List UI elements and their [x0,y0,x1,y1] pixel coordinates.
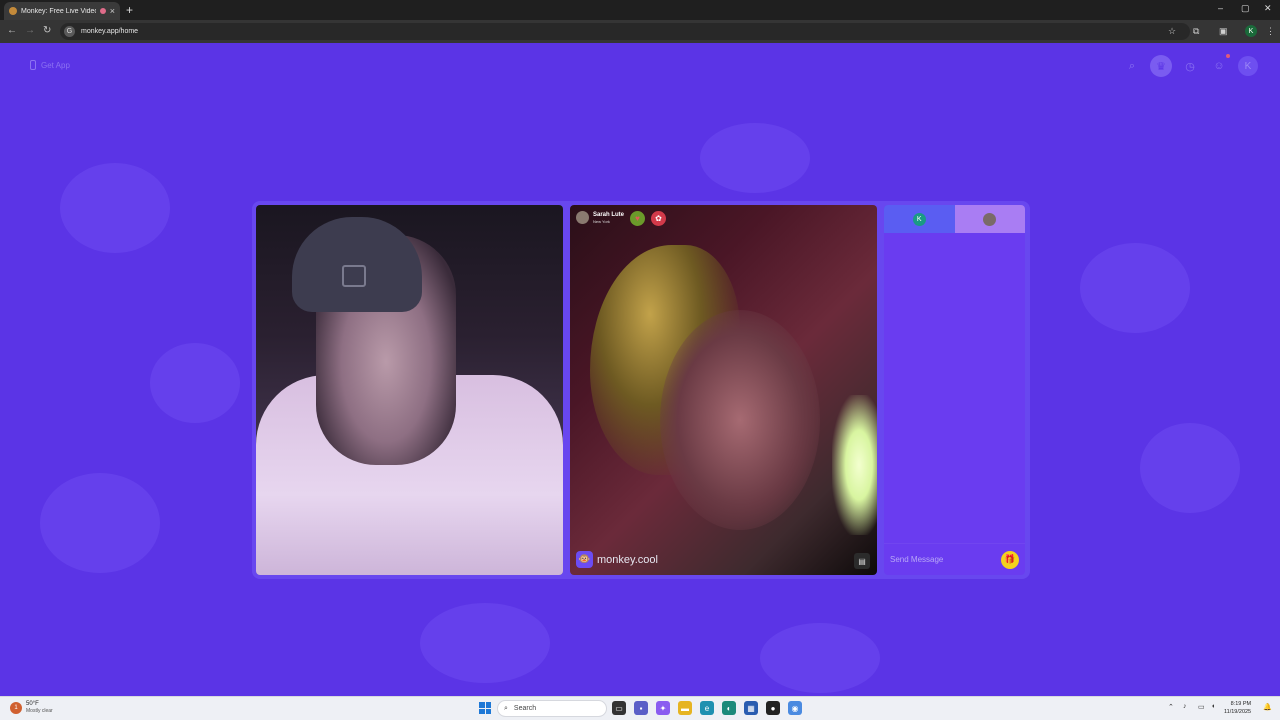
weather-temp: 50°F [26,701,39,707]
recording-indicator-icon [99,8,106,14]
browser-menu-icon[interactable]: ⋮ [1266,26,1275,37]
maximize-button[interactable]: ▢ [1241,3,1250,14]
windows-start-icon[interactable] [479,702,491,714]
address-bar[interactable]: G monkey.app/home [60,23,1190,40]
get-app-label: Get App [41,60,70,70]
remote-user-text: Sarah Lute New York [593,212,624,224]
site-info-icon[interactable]: G [64,26,75,37]
taskbar-search-label: Search [513,705,537,712]
watermark-text: monkey.cool [597,553,658,566]
edge-icon[interactable]: e [700,701,714,715]
monkey-watermark: 🐵 monkey.cool [576,551,658,568]
messages-icon[interactable]: ☺ [1209,56,1229,76]
partner-avatar [983,212,997,226]
remote-user-info[interactable]: Sarah Lute New York [576,211,624,224]
background-blob [60,163,170,253]
gift-icon[interactable]: 🎁 [1001,550,1019,569]
chrome-icon[interactable]: ◉ [788,701,802,715]
background-blob [760,623,880,693]
user-avatar[interactable]: K [1238,56,1258,76]
video-chat-stage: Sarah Lute New York ♥ ✿ 🐵 monkey.cool ▤ … [252,201,1030,579]
back-icon[interactable]: ← [7,25,17,36]
tab-close-button[interactable]: × [110,6,115,16]
taskbar-search[interactable]: ⌕ Search [497,700,607,717]
browser-tab[interactable]: Monkey: Free Live Video Ch × [4,2,120,20]
report-icon[interactable]: ▤ [854,553,870,569]
phone-icon [30,60,36,70]
monkey-logo-icon: 🐵 [576,551,593,568]
chat-tab-self[interactable]: K [884,205,955,233]
gift-badge-icon[interactable]: ✿ [651,211,666,226]
background-blob [1080,243,1190,333]
browser-toolbar: ← → ↻ G monkey.app/home ☆ ⧉ ▣ K ⋮ [0,20,1280,43]
browser-tab-bar: Monkey: Free Live Video Ch × + – ▢ ✕ [0,0,1280,20]
chat-tab-partner[interactable] [954,205,1025,233]
clock-time: 8:19 PM [1230,701,1252,707]
store-icon[interactable]: ▦ [744,701,758,715]
copilot-icon[interactable]: ✦ [656,701,670,715]
extensions-icon[interactable]: ⧉ [1193,26,1199,37]
bookmark-star-icon[interactable]: ☆ [1168,26,1176,37]
notifications-icon[interactable]: 🔔 [1263,703,1272,711]
minimize-button[interactable]: – [1218,3,1223,13]
self-avatar: K [912,212,926,226]
local-video-feed [256,205,563,575]
search-icon: ⌕ [504,704,508,712]
system-clock[interactable]: 8:19 PM 11/19/2025 [1224,700,1251,716]
chat-input-bar: 🎁 [884,543,1025,575]
hat-logo [342,265,366,287]
weather-desc: Mostly clear [26,708,53,714]
crown-icon[interactable]: ♛ [1150,55,1172,77]
monkey-favicon-icon [9,7,17,15]
browser-profile-avatar[interactable]: K [1245,25,1257,37]
teams-icon[interactable]: ▪ [634,701,648,715]
new-tab-button[interactable]: + [126,3,133,17]
remote-user-avatar [576,211,589,224]
person-face [660,310,820,530]
background-blob [150,343,240,423]
reload-icon[interactable]: ↻ [43,25,51,36]
notification-dot [1226,54,1230,58]
weather-widget[interactable]: 1 50°F Mostly clear [10,701,53,714]
remote-video-feed: Sarah Lute New York ♥ ✿ 🐵 monkey.cool ▤ [570,205,877,575]
background-blob [420,603,550,683]
weather-text: 50°F Mostly clear [26,701,53,714]
history-icon[interactable]: ◷ [1180,56,1200,76]
network-icon[interactable]: ▭ [1198,703,1205,711]
remote-user-name: Sarah Lute [593,211,625,218]
monkey-page: Get App ⌕ ♛ ◷ ☺ K Sarah Lute New York ♥ … [0,43,1280,696]
windows-taskbar: 1 50°F Mostly clear ⌕ Search ▭ ▪ ✦ ▬ e ◐… [0,696,1280,720]
file-explorer-icon[interactable]: ▬ [678,701,692,715]
background-blob [1140,423,1240,513]
send-message-input[interactable] [890,555,990,564]
chat-participants: K [884,205,1025,233]
task-view-icon[interactable]: ▭ [612,701,626,715]
weather-icon: 1 [10,701,22,714]
heart-icon[interactable]: ♥ [630,211,645,226]
forward-icon[interactable]: → [25,25,35,36]
side-panel-icon[interactable]: ▣ [1219,26,1228,37]
remote-user-location: New York [593,218,610,224]
search-icon[interactable]: ⌕ [1122,56,1142,76]
tab-title: Monkey: Free Live Video Ch [21,7,96,15]
chat-panel: K 🎁 [884,205,1025,575]
background-light [832,395,877,535]
clock-date: 11/19/2025 [1224,709,1252,715]
app-icon[interactable]: ◐ [722,701,736,715]
get-app-link[interactable]: Get App [30,60,70,70]
tray-overflow-icon[interactable]: ⌃ [1168,703,1174,711]
volume-icon[interactable]: ◖ [1211,703,1215,710]
background-blob [40,473,160,573]
microphone-icon[interactable]: ♪ [1183,703,1187,710]
background-blob [700,123,810,193]
app-red-icon[interactable]: ● [766,701,780,715]
close-window-button[interactable]: ✕ [1264,3,1272,14]
url-text[interactable]: monkey.app/home [81,28,138,35]
